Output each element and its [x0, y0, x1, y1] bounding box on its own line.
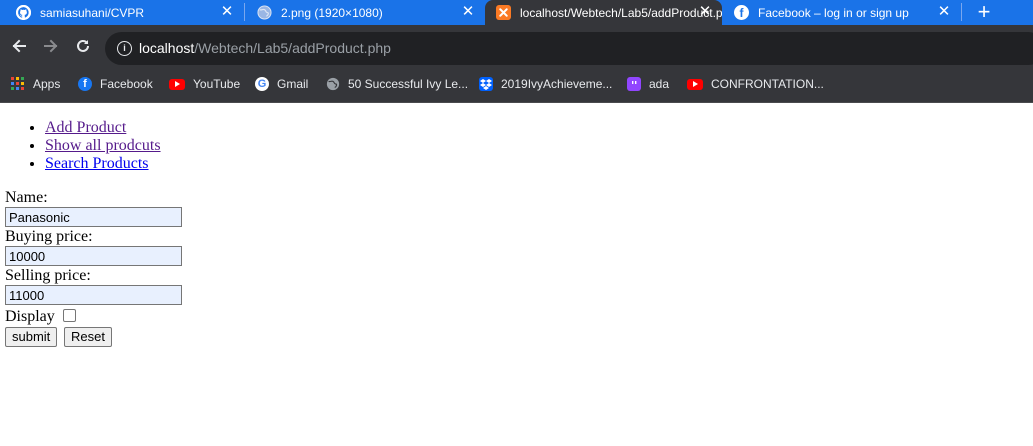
buying-price-label: Buying price: [5, 228, 93, 245]
bookmark-ivy-league[interactable]: 50 Successful Ivy Le... [326, 74, 468, 94]
add-product-link[interactable]: Add Product [45, 119, 126, 136]
new-tab-button[interactable]: + [972, 0, 996, 25]
tab-title: Facebook – log in or sign up [758, 5, 909, 20]
tab-add-product[interactable]: localhost/Webtech/Lab5/addProduct.php ✕ [485, 0, 722, 25]
site-info-icon[interactable]: i [117, 41, 132, 56]
github-icon [16, 5, 31, 20]
tab-title: localhost/Webtech/Lab5/addProduct.php [520, 5, 722, 20]
back-arrow-icon [12, 39, 26, 53]
bookmark-confrontation[interactable]: CONFRONTATION... [687, 74, 824, 94]
bookmark-label: 50 Successful Ivy Le... [348, 77, 469, 91]
name-label: Name: [5, 189, 48, 206]
bookmark-label: 2019IvyAchieveme... [501, 77, 613, 91]
xampp-icon [496, 5, 511, 20]
tab-image[interactable]: 2.png (1920×1080) ✕ [245, 0, 485, 25]
bookmark-apps[interactable]: Apps [11, 74, 60, 94]
youtube-icon [687, 78, 703, 90]
forward-arrow-icon [44, 39, 58, 53]
close-tab-icon[interactable]: ✕ [219, 3, 235, 21]
globe-icon [257, 5, 272, 20]
bookmark-gmail[interactable]: G Gmail [255, 74, 308, 94]
name-field[interactable] [5, 207, 182, 227]
bookmark-label: Apps [33, 77, 61, 91]
globe-icon [326, 77, 340, 91]
twitch-icon [627, 77, 641, 91]
youtube-icon [169, 78, 185, 90]
bookmark-youtube[interactable]: YouTube [169, 74, 240, 94]
bookmark-label: Gmail [277, 77, 309, 91]
tab-title: 2.png (1920×1080) [281, 5, 383, 20]
bookmark-label: CONFRONTATION... [711, 77, 824, 91]
search-products-link[interactable]: Search Products [45, 155, 149, 172]
forward-button[interactable] [39, 37, 63, 61]
close-tab-icon[interactable]: ✕ [460, 3, 476, 21]
bookmark-label: YouTube [193, 77, 241, 91]
tab-title: samiasuhani/CVPR [40, 5, 145, 20]
google-icon: G [255, 77, 269, 91]
url-path: /Webtech/Lab5/addProduct.php [194, 40, 391, 56]
selling-price-field[interactable] [5, 285, 182, 305]
reload-icon [77, 39, 89, 52]
nav-item: Show all prodcuts [45, 137, 161, 155]
reset-button[interactable]: Reset [64, 327, 112, 347]
tab-divider [961, 3, 962, 21]
back-button[interactable] [7, 37, 31, 61]
selling-price-label: Selling price: [5, 267, 91, 284]
bookmark-label: ada [649, 77, 670, 91]
apps-grid-icon [11, 77, 25, 91]
nav-links: Add Product Show all prodcuts Search Pro… [0, 119, 161, 173]
page-content: Add Product Show all prodcuts Search Pro… [0, 103, 1033, 446]
bookmark-twitch[interactable]: ada [627, 74, 669, 94]
display-checkbox[interactable] [63, 309, 76, 322]
nav-item: Add Product [45, 119, 161, 137]
nav-item: Search Products [45, 155, 161, 173]
bookmark-label: Facebook [100, 77, 153, 91]
tab-facebook[interactable]: f Facebook – log in or sign up ✕ [722, 0, 961, 25]
show-all-products-link[interactable]: Show all prodcuts [45, 137, 161, 154]
tab-github[interactable]: samiasuhani/CVPR ✕ [0, 0, 244, 25]
display-label: Display [5, 308, 55, 325]
bookmark-dropbox[interactable]: 2019IvyAchieveme... [479, 74, 612, 94]
facebook-icon: f [78, 77, 92, 91]
reload-button[interactable] [71, 37, 95, 61]
url-host: localhost [139, 40, 195, 56]
close-tab-icon[interactable]: ✕ [936, 3, 952, 21]
dropbox-icon [479, 77, 493, 91]
url-text[interactable]: localhost/Webtech/Lab5/addProduct.php [139, 40, 391, 56]
submit-button[interactable]: submit [5, 327, 58, 347]
close-tab-icon[interactable]: ✕ [697, 3, 713, 21]
buying-price-field[interactable] [5, 246, 182, 266]
facebook-icon: f [734, 5, 749, 20]
bookmark-facebook[interactable]: f Facebook [78, 74, 153, 94]
